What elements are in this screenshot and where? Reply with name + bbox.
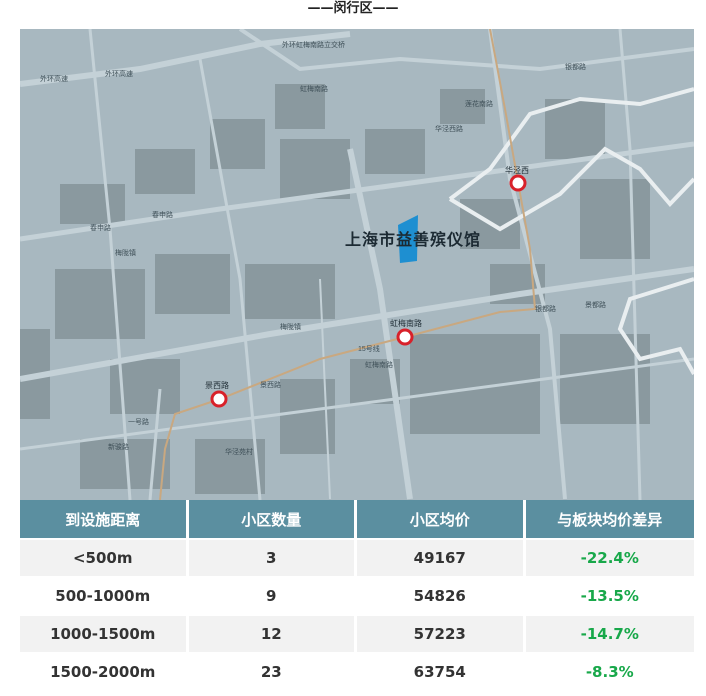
svg-text:梅陇镇: 梅陇镇 — [115, 248, 136, 257]
cell-distance: <500m — [20, 538, 189, 576]
svg-text:春申路: 春申路 — [90, 223, 111, 232]
cell-price: 49167 — [357, 538, 526, 576]
map-canvas[interactable]: 上海市益善殡仪馆 华泾西 虹梅南路 景西路 外环高速 外环高速 外环虹梅南路立交… — [20, 29, 694, 500]
map-view[interactable]: 上海市益善殡仪馆 华泾西 虹梅南路 景西路 外环高速 外环高速 外环虹梅南路立交… — [20, 29, 694, 500]
cell-count: 3 — [188, 538, 357, 576]
table-row: 500-1000m 9 54826 -13.5% — [20, 576, 694, 614]
header-count: 小区数量 — [188, 500, 357, 538]
svg-text:景西路: 景西路 — [260, 380, 281, 389]
cell-diff: -14.7% — [525, 614, 694, 652]
station-label: 华泾西 — [505, 165, 529, 175]
header-price: 小区均价 — [357, 500, 526, 538]
table-header-row: 到设施距离 小区数量 小区均价 与板块均价差异 — [20, 500, 694, 538]
station-label: 虹梅南路 — [390, 318, 422, 328]
cell-count: 23 — [188, 652, 357, 690]
svg-text:外环高速: 外环高速 — [105, 69, 133, 78]
table-row: <500m 3 49167 -22.4% — [20, 538, 694, 576]
svg-text:外环高速: 外环高速 — [40, 74, 68, 83]
svg-text:银都路: 银都路 — [565, 62, 586, 71]
svg-text:华泾西路: 华泾西路 — [435, 124, 463, 133]
cell-diff: -22.4% — [525, 538, 694, 576]
svg-text:莲花南路: 莲花南路 — [465, 99, 493, 108]
header-diff: 与板块均价差异 — [525, 500, 694, 538]
station-label: 景西路 — [205, 380, 229, 390]
svg-text:一号路: 一号路 — [128, 417, 149, 426]
svg-text:虹梅南路: 虹梅南路 — [365, 360, 393, 369]
stats-table: 到设施距离 小区数量 小区均价 与板块均价差异 <500m 3 49167 -2… — [20, 500, 694, 690]
page-title: ——闵行区—— — [307, 1, 399, 16]
cell-price: 54826 — [357, 576, 526, 614]
cell-diff: -13.5% — [525, 576, 694, 614]
svg-text:景都路: 景都路 — [585, 300, 606, 309]
header-distance: 到设施距离 — [20, 500, 189, 538]
svg-text:银都路: 银都路 — [535, 304, 556, 313]
svg-text:梅陇镇: 梅陇镇 — [280, 322, 301, 331]
svg-text:新骏路: 新骏路 — [108, 442, 129, 451]
svg-text:春申路: 春申路 — [152, 210, 173, 219]
svg-text:15号线: 15号线 — [358, 344, 380, 353]
svg-text:华泾苑村: 华泾苑村 — [225, 447, 253, 456]
cell-distance: 1000-1500m — [20, 614, 189, 652]
cell-price: 57223 — [357, 614, 526, 652]
poi-label: 上海市益善殡仪馆 — [345, 230, 481, 249]
cell-distance: 500-1000m — [20, 576, 189, 614]
cell-distance: 1500-2000m — [20, 652, 189, 690]
table-row: 1500-2000m 23 63754 -8.3% — [20, 652, 694, 690]
cell-count: 9 — [188, 576, 357, 614]
cell-diff: -8.3% — [525, 652, 694, 690]
svg-text:外环虹梅南路立交桥: 外环虹梅南路立交桥 — [282, 40, 345, 49]
table-row: 1000-1500m 12 57223 -14.7% — [20, 614, 694, 652]
cell-count: 12 — [188, 614, 357, 652]
svg-text:虹梅南路: 虹梅南路 — [300, 84, 328, 93]
cell-price: 63754 — [357, 652, 526, 690]
